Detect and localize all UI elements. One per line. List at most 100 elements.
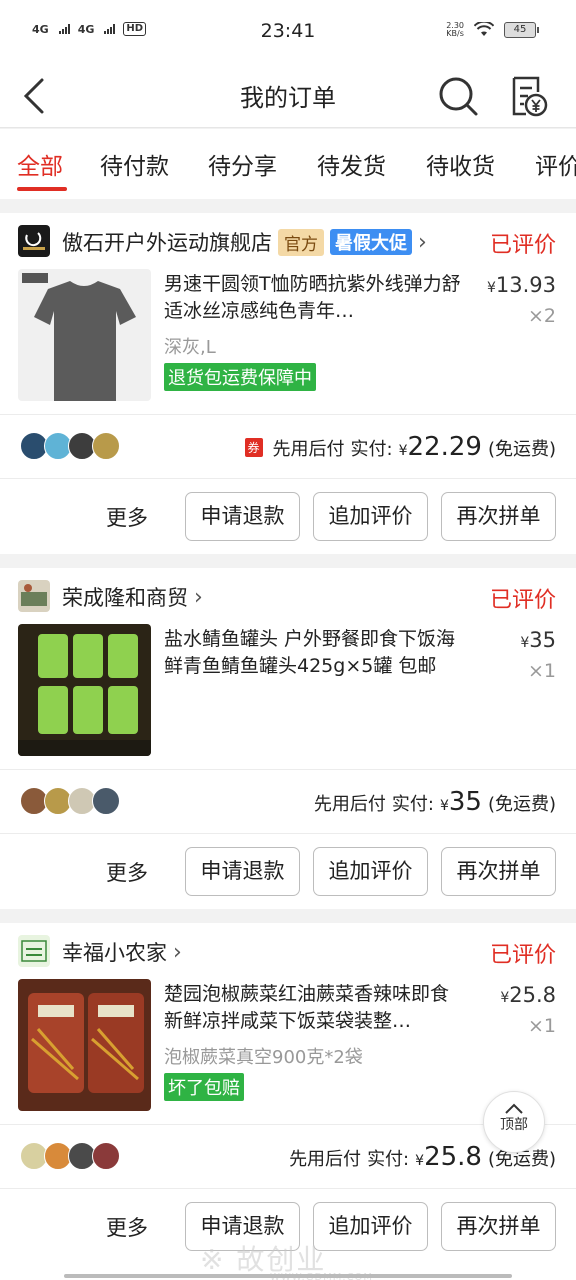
service-tag: 退货包运费保障中: [164, 363, 316, 391]
product-price: ¥13.93: [487, 273, 556, 297]
wifi-icon: [474, 22, 494, 36]
group-avatars: [20, 432, 120, 460]
product-title[interactable]: 盐水鲭鱼罐头 户外野餐即食下饭海鲜青鱼鲭鱼罐头425g×5罐 包邮: [164, 626, 464, 680]
chevron-right-icon: ›: [418, 229, 427, 255]
product-price: ¥35: [520, 628, 556, 652]
product-image[interactable]: [18, 979, 151, 1111]
order-status: 已评价: [489, 233, 556, 258]
status-bar: 4G 4G HD 23:41 2.30 KB/s 45: [0, 0, 576, 64]
group-avatars: [20, 1142, 120, 1170]
shop-name-group: 荣成隆和商贸 ›: [62, 582, 203, 612]
service-tag: 坏了包赔: [164, 1073, 244, 1101]
currency-symbol: ¥: [439, 798, 449, 814]
chevron-right-icon: ›: [194, 584, 203, 610]
currency-symbol: ¥: [500, 990, 510, 1006]
shop-name-group: 傲石开户外运动旗舰店 官方 暑假大促 ›: [62, 227, 427, 257]
shop-row[interactable]: 幸福小农家 › 已评价: [0, 923, 576, 979]
shop-logo: [18, 935, 50, 967]
currency-symbol: ¥: [486, 280, 496, 296]
shop-logo: [18, 580, 50, 612]
add-review-button[interactable]: 追加评价: [313, 847, 428, 896]
product-quantity: ×1: [527, 1015, 556, 1037]
back-to-top-button[interactable]: 顶部: [483, 1091, 545, 1153]
refund-button[interactable]: 申请退款: [185, 492, 300, 541]
refund-button[interactable]: 申请退款: [185, 847, 300, 896]
more-button[interactable]: 更多: [106, 1212, 148, 1242]
shop-name-group: 幸福小农家 ›: [62, 937, 182, 967]
avatar: [92, 432, 120, 460]
back-to-top-label: 顶部: [500, 1117, 528, 1133]
product-image[interactable]: [18, 624, 151, 756]
battery-icon: 45: [504, 22, 539, 38]
product-title[interactable]: 楚园泡椒蕨菜红油蕨菜香辣味即食新鲜凉拌咸菜下饭菜袋装整…: [164, 981, 464, 1035]
currency-symbol: ¥: [520, 635, 530, 651]
tab-pending-share[interactable]: 待分享: [208, 147, 277, 181]
product-quantity: ×2: [527, 305, 556, 327]
divider: [0, 414, 576, 415]
pay-method: 先用后付: [313, 794, 386, 815]
currency-symbol: ¥: [415, 1153, 425, 1169]
action-row: 更多 申请退款 追加评价 再次拼单: [0, 492, 576, 544]
nav-bar: 我的订单: [0, 64, 576, 128]
paid-amount: 25.8: [424, 1142, 482, 1172]
reorder-button[interactable]: 再次拼单: [441, 1202, 556, 1251]
promo-badge: 暑假大促: [330, 229, 412, 255]
action-row: 更多 申请退款 追加评价 再次拼单: [0, 847, 576, 899]
search-icon[interactable]: [434, 72, 482, 120]
page-title: 我的订单: [240, 84, 336, 112]
home-indicator[interactable]: [64, 1274, 512, 1278]
chevron-up-icon: [505, 1103, 523, 1114]
group-avatars: [20, 787, 120, 815]
chevron-right-icon: ›: [173, 939, 182, 965]
more-button[interactable]: 更多: [106, 857, 148, 887]
order-status: 已评价: [489, 943, 556, 968]
divider: [0, 478, 576, 479]
price-value: 25.8: [509, 983, 556, 1007]
paid-label: 实付:: [391, 794, 434, 815]
order-card[interactable]: 傲石开户外运动旗舰店 官方 暑假大促 › 已评价 男速干圆领T恤防晒抗紫外线弹力…: [0, 213, 576, 554]
payment-summary: 券 先用后付 实付: ¥22.29 (免运费): [244, 432, 556, 462]
product-image[interactable]: [18, 269, 151, 401]
product-title[interactable]: 男速干圆领T恤防晒抗紫外线弹力舒适冰丝凉感纯色青年…: [164, 271, 464, 325]
tab-pending-receipt[interactable]: 待收货: [426, 147, 495, 181]
order-card[interactable]: 荣成隆和商贸 › 已评价 盐水鲭鱼罐头 户外野餐即食下饭海鲜青鱼鲭鱼罐头425g…: [0, 568, 576, 909]
shop-name: 傲石开户外运动旗舰店: [62, 231, 272, 255]
product-price: ¥25.8: [500, 983, 556, 1007]
avatar: [92, 1142, 120, 1170]
tab-pending-shipment[interactable]: 待发货: [317, 147, 386, 181]
price-value: 35: [529, 628, 556, 652]
more-button[interactable]: 更多: [106, 502, 148, 532]
status-right: 2.30 KB/s 45: [446, 22, 539, 38]
coupon-icon: 券: [244, 437, 263, 457]
add-review-button[interactable]: 追加评价: [313, 492, 428, 541]
payment-summary: 先用后付 实付: ¥35 (免运费): [314, 787, 556, 817]
pay-method: 先用后付: [289, 1149, 362, 1170]
divider: [0, 769, 576, 770]
product-spec: 深灰,L: [164, 337, 216, 358]
reorder-button[interactable]: 再次拼单: [441, 847, 556, 896]
bill-icon[interactable]: [504, 72, 552, 120]
product-quantity: ×1: [527, 660, 556, 682]
order-tabs: 全部 待付款 待分享 待发货 待收货 评价: [0, 129, 576, 199]
speed-unit: KB/s: [446, 29, 464, 38]
price-value: 13.93: [495, 273, 556, 297]
order-status: 已评价: [489, 588, 556, 613]
tab-pending-payment[interactable]: 待付款: [100, 147, 169, 181]
network-speed: 2.30 KB/s: [446, 22, 464, 38]
divider: [0, 833, 576, 834]
shop-logo: [18, 225, 50, 257]
shipping-note: (免运费): [487, 794, 556, 815]
shop-row[interactable]: 荣成隆和商贸 › 已评价: [0, 568, 576, 624]
paid-label: 实付:: [367, 1149, 410, 1170]
paid-label: 实付:: [350, 439, 393, 460]
reorder-button[interactable]: 再次拼单: [441, 492, 556, 541]
product-spec: 泡椒蕨菜真空900克*2袋: [164, 1047, 363, 1068]
pay-method: 先用后付: [272, 439, 345, 460]
shipping-note: (免运费): [487, 439, 556, 460]
tab-all[interactable]: 全部: [17, 147, 63, 181]
shop-row[interactable]: 傲石开户外运动旗舰店 官方 暑假大促 › 已评价: [0, 213, 576, 269]
official-badge: 官方: [278, 228, 324, 256]
tab-review[interactable]: 评价: [535, 147, 576, 181]
avatar: [92, 787, 120, 815]
paid-amount: 35: [448, 787, 482, 817]
